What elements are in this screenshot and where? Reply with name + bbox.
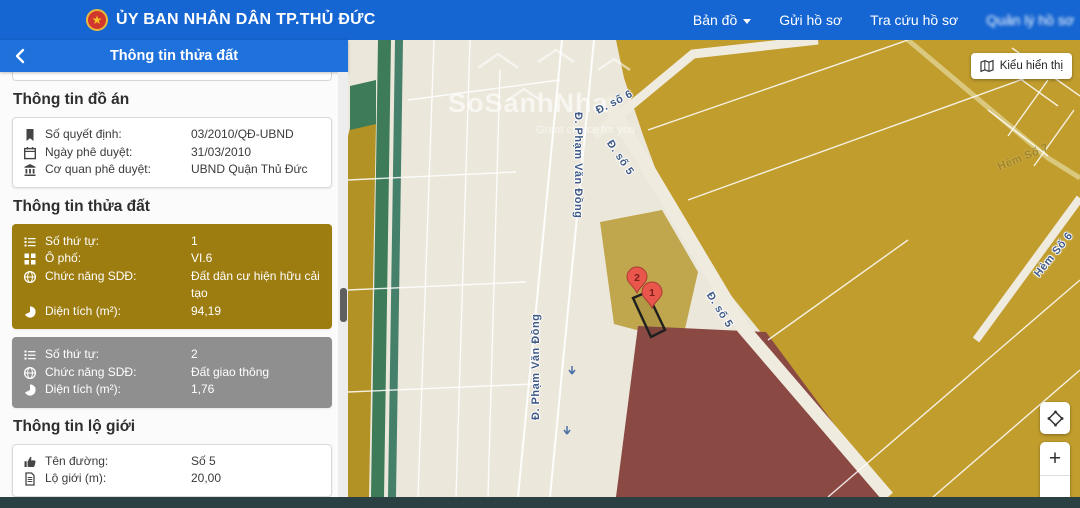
section-heading-do-an: Thông tin đồ án — [13, 91, 348, 109]
info-row: Số thứ tự: 1 — [23, 233, 321, 251]
nav-item-label: Quản lý hồ sơ — [986, 12, 1074, 28]
row-label: Tên đường: — [45, 453, 183, 471]
card-parcel-1[interactable]: Số thứ tự: 1 Ô phố: VI.6 Chức năng SDĐ: … — [12, 224, 332, 330]
info-row: Diện tích (m²): 1,76 — [23, 381, 321, 399]
map-icon — [980, 59, 994, 73]
map-canvas[interactable]: 2 1 SoSanhNha Great choice for you Đ. số… — [348, 40, 1080, 497]
nav-item-label: Gửi hồ sơ — [779, 12, 842, 28]
row-label: Số quyết định: — [45, 126, 183, 144]
row-value: Đất giao thông — [191, 364, 321, 382]
panel-scrollbar[interactable] — [338, 72, 348, 497]
info-row: Số quyết định: 03/2010/QĐ-UBND — [23, 126, 321, 144]
globe-icon — [23, 270, 37, 284]
top-navbar: ★ ỦY BAN NHÂN DÂN TP.THỦ ĐỨC Bản đồ Gửi … — [0, 0, 1080, 40]
row-value: 94,19 — [191, 303, 321, 321]
info-row: Ô phố: VI.6 — [23, 250, 321, 268]
watermark-title: SoSanhNha — [448, 88, 609, 119]
scrollbar-thumb[interactable] — [340, 288, 347, 322]
row-value: VI.6 — [191, 250, 321, 268]
list-icon — [23, 348, 37, 362]
row-value: 1 — [191, 233, 321, 251]
zoom-control[interactable]: + — [1040, 442, 1070, 497]
row-label: Diện tích (m²): — [45, 381, 183, 399]
thumb-up-icon — [23, 455, 37, 469]
info-row: Chức năng SDĐ: Đất dân cư hiện hữu cải t… — [23, 268, 321, 303]
locate-button[interactable] — [1040, 402, 1070, 434]
chevron-down-icon — [743, 19, 751, 24]
row-label: Ngày phê duyệt: — [45, 144, 183, 162]
row-label: Lộ giới (m): — [45, 470, 183, 488]
document-icon — [23, 472, 37, 486]
info-row: Diện tích (m²): 94,19 — [23, 303, 321, 321]
app-title: ỦY BAN NHÂN DÂN TP.THỦ ĐỨC — [116, 0, 376, 40]
info-row: Cơ quan phê duyệt: UBND Quận Thủ Đức — [23, 161, 321, 179]
row-value: UBND Quận Thủ Đức — [191, 161, 321, 179]
map-style-button[interactable]: Kiểu hiển thị — [971, 53, 1072, 79]
nav-item-gui-ho-so[interactable]: Gửi hồ sơ — [779, 12, 842, 28]
info-row: Chức năng SDĐ: Đất giao thông — [23, 364, 321, 382]
panel-title: Thông tin thửa đất — [110, 48, 238, 64]
calendar-icon — [23, 146, 37, 160]
row-label: Diện tích (m²): — [45, 303, 183, 321]
row-value: 1,76 — [191, 381, 321, 399]
locate-icon — [1047, 410, 1064, 427]
row-label: Chức năng SDĐ: — [45, 268, 183, 286]
zoom-in-button[interactable]: + — [1040, 442, 1070, 476]
bottom-bar — [0, 497, 1080, 508]
row-label: Cơ quan phê duyệt: — [45, 161, 183, 179]
nav-menu: Bản đồ Gửi hồ sơ Tra cứu hồ sơ Quản lý h… — [693, 0, 1074, 40]
grid-icon — [23, 252, 37, 266]
row-value: Đất dân cư hiện hữu cải tạo — [191, 268, 321, 303]
pie-chart-icon — [23, 383, 37, 397]
nav-item-label: Bản đồ — [693, 12, 737, 28]
nav-item-label: Tra cứu hồ sơ — [870, 12, 958, 28]
back-icon[interactable] — [12, 47, 30, 65]
bank-icon — [23, 163, 37, 177]
nav-item-quan-ly-ho-so[interactable]: Quản lý hồ sơ — [986, 12, 1074, 28]
watermark-tagline: Great choice for you — [536, 124, 635, 136]
pin-number: 1 — [649, 287, 655, 299]
row-label: Số thứ tự: — [45, 346, 183, 364]
row-label: Ô phố: — [45, 250, 183, 268]
row-value: 2 — [191, 346, 321, 364]
row-label: Số thứ tự: — [45, 233, 183, 251]
row-value: 03/2010/QĐ-UBND — [191, 126, 321, 144]
card-road-1: Tên đường: Số 5 Lộ giới (m): 20,00 — [12, 444, 332, 497]
row-label: Chức năng SDĐ: — [45, 364, 183, 382]
info-panel: Thông tin đồ án Số quyết định: 03/2010/Q… — [0, 72, 348, 497]
row-value: 31/03/2010 — [191, 144, 321, 162]
map-style-button-label: Kiểu hiển thị — [1000, 60, 1063, 72]
section-heading-thua-dat: Thông tin thửa đất — [13, 198, 348, 216]
info-row: Tên đường: Số 5 — [23, 453, 321, 471]
nav-item-ban-do[interactable]: Bản đồ — [693, 12, 751, 28]
card-do-an: Số quyết định: 03/2010/QĐ-UBND Ngày phê … — [12, 117, 332, 188]
list-icon — [23, 235, 37, 249]
pin-number: 2 — [634, 272, 640, 284]
info-row: Lộ giới (m): 20,00 — [23, 470, 321, 488]
app-window: ★ ỦY BAN NHÂN DÂN TP.THỦ ĐỨC Bản đồ Gửi … — [0, 0, 1080, 508]
zone-green-cap — [350, 80, 376, 130]
row-value: 20,00 — [191, 470, 321, 488]
national-emblem-icon: ★ — [86, 9, 108, 31]
street-label-pham-van-dong-lower: Đ. Phạm Văn Đồng — [530, 314, 542, 420]
scrolled-card-remnant — [12, 72, 332, 81]
nav-item-tra-cuu-ho-so[interactable]: Tra cứu hồ sơ — [870, 12, 958, 28]
pie-chart-icon — [23, 305, 37, 319]
info-row: Ngày phê duyệt: 31/03/2010 — [23, 144, 321, 162]
row-value: Số 5 — [191, 453, 321, 471]
panel-header: Thông tin thửa đất — [0, 40, 348, 72]
card-parcel-2[interactable]: Số thứ tự: 2 Chức năng SDĐ: Đất giao thô… — [12, 337, 332, 408]
bookmark-icon — [23, 128, 37, 142]
section-heading-lo-gioi: Thông tin lộ giới — [13, 418, 348, 436]
globe-icon — [23, 366, 37, 380]
street-label-pham-van-dong-upper: Đ. Phạm Văn Đồng — [572, 112, 584, 218]
info-row: Số thứ tự: 2 — [23, 346, 321, 364]
